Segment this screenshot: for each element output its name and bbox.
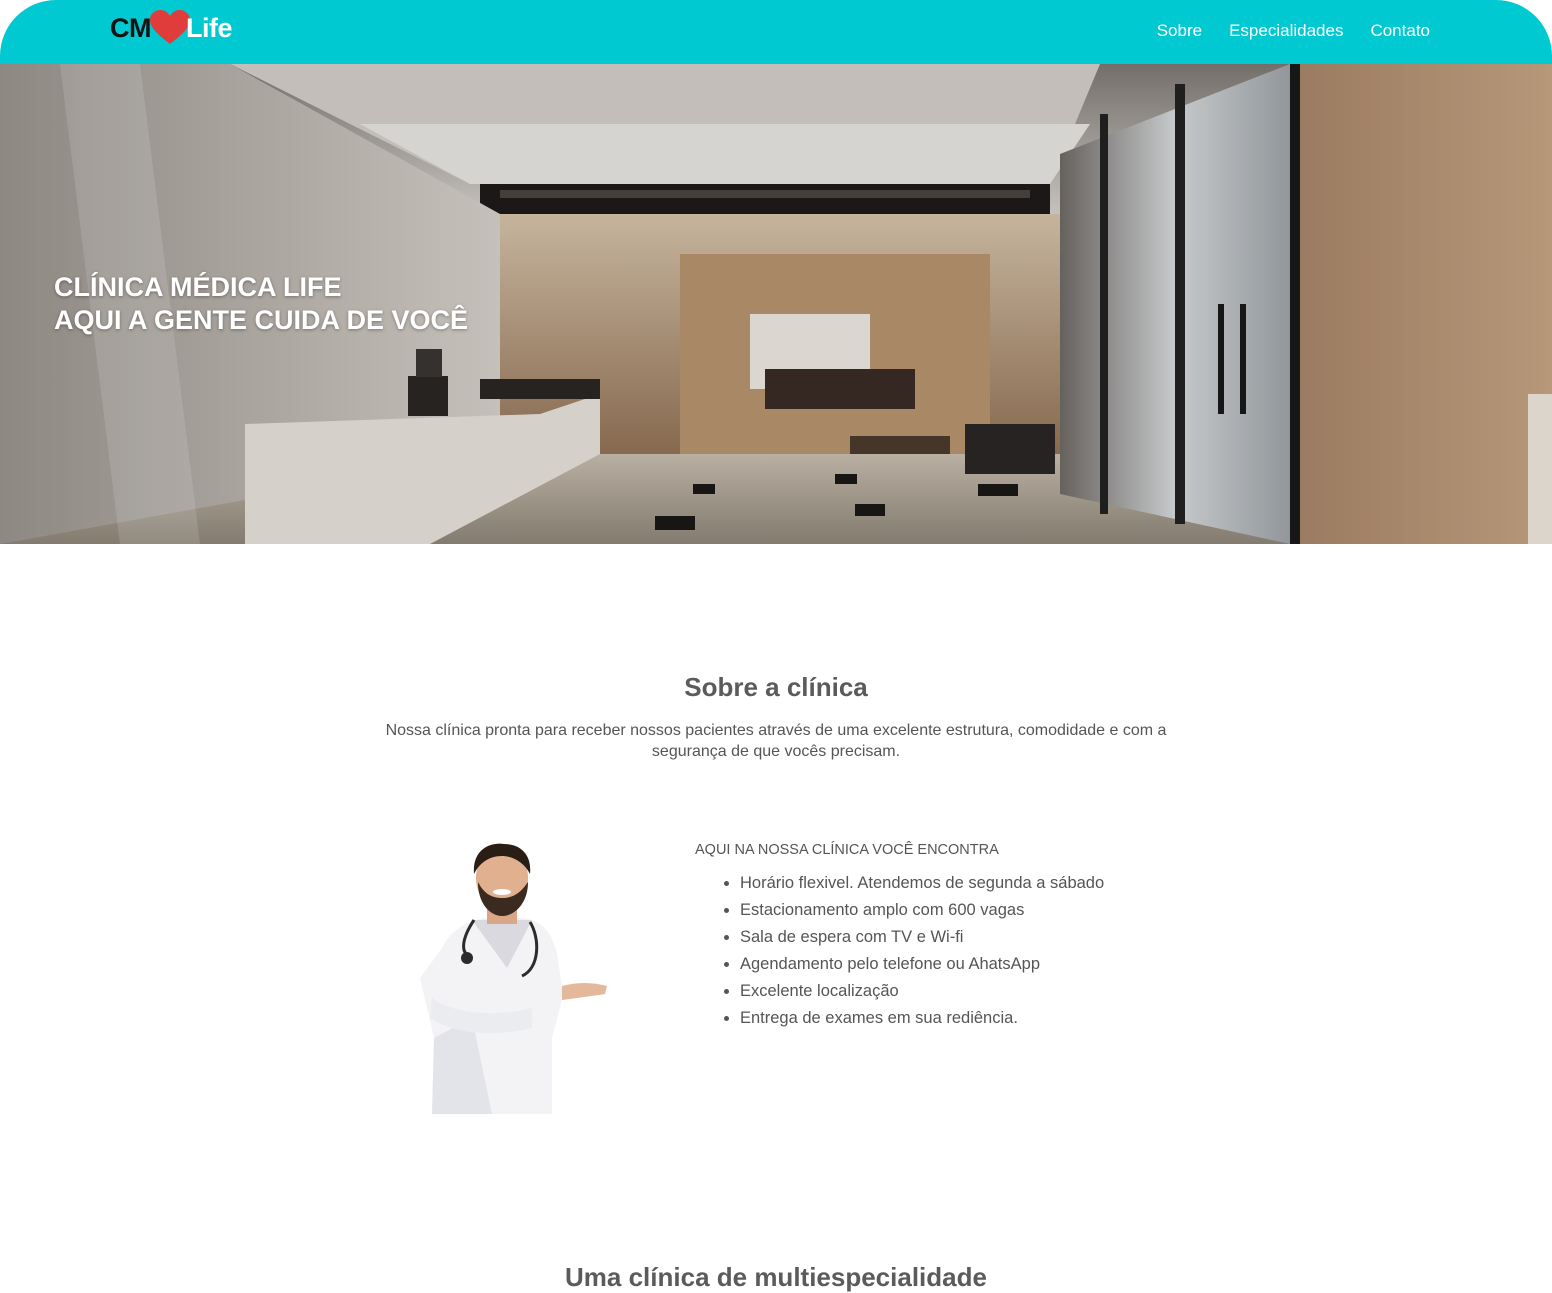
list-item: Agendamento pelo telefone ou AhatsApp — [740, 951, 1215, 978]
nav-link-especialidades[interactable]: Especialidades — [1229, 20, 1343, 42]
top-navbar: CM Life Sobre Especialidades Contato — [0, 0, 1552, 64]
hero-line-1: CLÍNICA MÉDICA LIFE — [54, 272, 342, 302]
list-item: Sala de espera com TV e Wi-fi — [740, 924, 1215, 951]
specialties-title: Uma clínica de multiespecialidade — [565, 1262, 987, 1292]
hero-headline: CLÍNICA MÉDICA LIFE AQUI A GENTE CUIDA D… — [54, 271, 468, 337]
features-block: AQUI NA NOSSA CLÍNICA VOCÊ ENCONTRA Horá… — [695, 842, 1215, 1032]
features-heading: AQUI NA NOSSA CLÍNICA VOCÊ ENCONTRA — [695, 842, 999, 858]
list-item: Horário flexivel. Atendemos de segunda a… — [740, 870, 1215, 897]
about-title: Sobre a clínica — [684, 672, 868, 702]
logo-text-life: Life — [186, 12, 233, 43]
brand-logo[interactable]: CM Life — [110, 8, 233, 48]
features-list: Horário flexivel. Atendemos de segunda a… — [695, 870, 1215, 1032]
list-item: Estacionamento amplo com 600 vagas — [740, 897, 1215, 924]
main-nav: Sobre Especialidades Contato — [1157, 20, 1430, 42]
doctor-illustration — [420, 843, 607, 1114]
nav-link-sobre[interactable]: Sobre — [1157, 20, 1202, 42]
nav-link-contato[interactable]: Contato — [1370, 20, 1430, 42]
hero-line-2: AQUI A GENTE CUIDA DE VOCÊ — [54, 305, 469, 335]
heart-icon — [150, 10, 190, 44]
list-item: Excelente localização — [740, 978, 1215, 1005]
logo-text-cm: CM — [110, 12, 152, 43]
hero-banner: CLÍNICA MÉDICA LIFE AQUI A GENTE CUIDA D… — [0, 64, 1552, 544]
list-item: Entrega de exames em sua rediência. — [740, 1005, 1215, 1032]
about-description: Nossa clínica pronta para receber nossos… — [385, 722, 1167, 760]
